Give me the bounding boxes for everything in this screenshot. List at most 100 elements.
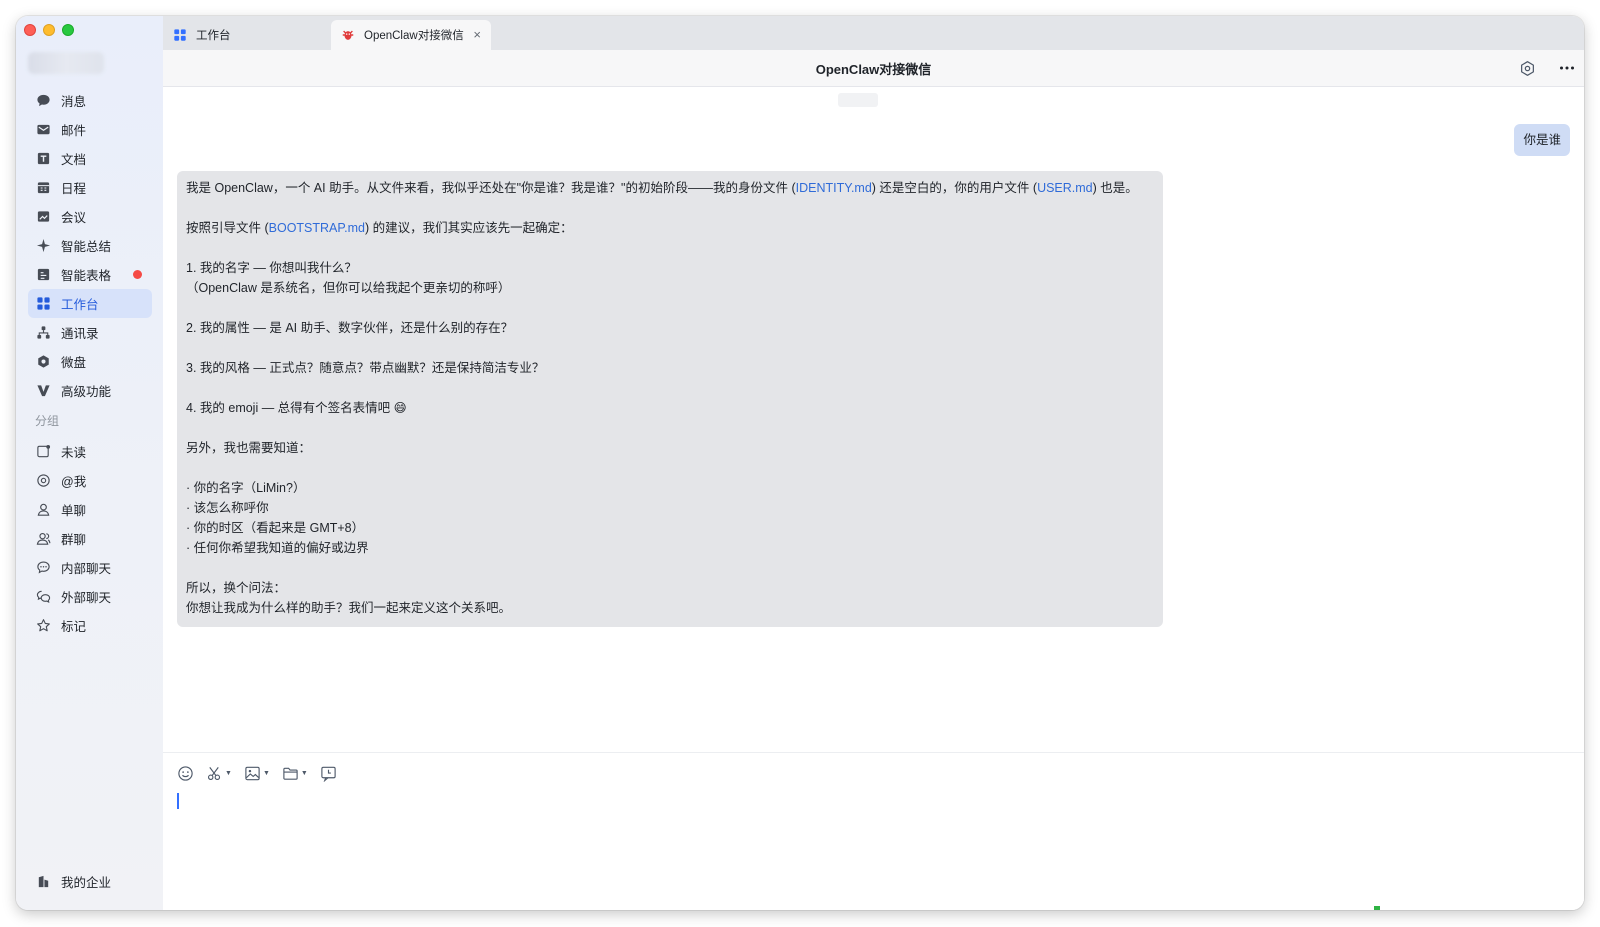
sidebar-item-label: 消息 [61, 95, 87, 109]
file-link[interactable]: IDENTITY.md [796, 181, 872, 195]
zoom-window-button[interactable] [62, 24, 74, 36]
message-line: 2. 我的属性 — 是 AI 助手、数字伙伴，还是什么别的存在？ [186, 318, 1154, 338]
file-link[interactable]: BOOTSTRAP.md [269, 221, 365, 235]
sidebar-item-workbench[interactable]: 工作台 [28, 289, 152, 318]
tab-openclaw[interactable]: OpenClaw对接微信 × [331, 20, 491, 50]
folder-icon [283, 767, 298, 780]
message-line [186, 338, 1154, 358]
unread-badge [133, 270, 142, 279]
minimize-window-button[interactable] [43, 24, 55, 36]
message-text: · 任何你希望我知道的偏好或边界 [186, 541, 369, 555]
message-line: 4. 我的 emoji — 总得有个签名表情吧 😄 [186, 398, 1154, 418]
meeting-icon [35, 209, 51, 225]
message-line: 我是 OpenClaw，一个 AI 助手。从文件来看，我似乎还处在"你是谁？我是… [186, 178, 1154, 198]
message-text: · 该怎么称呼你 [186, 501, 269, 515]
close-window-button[interactable] [24, 24, 36, 36]
sidebar-item-docs[interactable]: 文档 [28, 144, 152, 173]
message-line [186, 458, 1154, 478]
sidebar-item-label: 外部聊天 [61, 591, 112, 605]
sidebar-item-calendar[interactable]: 日程 [28, 173, 152, 202]
sidebar-item-label: 未读 [61, 446, 87, 460]
sidebar-item-unread[interactable]: 未读 [28, 437, 152, 466]
received-message-bubble[interactable]: 我是 OpenClaw，一个 AI 助手。从文件来看，我似乎还处在"你是谁？我是… [177, 171, 1163, 627]
status-indicator [1374, 906, 1380, 910]
sidebar-item-mentions[interactable]: @我 [28, 466, 152, 495]
sidebar-item-label: 高级功能 [61, 385, 112, 399]
chat-double-icon [35, 589, 51, 605]
message-line [186, 238, 1154, 258]
tab-workbench[interactable]: 工作台 [163, 20, 331, 50]
sidebar-item-mail[interactable]: 邮件 [28, 115, 152, 144]
at-icon [35, 473, 51, 489]
sidebar-item-weidisk[interactable]: 微盘 [28, 347, 152, 376]
image-button[interactable]: ▼ [244, 763, 270, 783]
people-icon [35, 531, 51, 547]
sidebar-item-advanced[interactable]: 高级功能 [28, 376, 152, 405]
sidebar-item-meeting[interactable]: 会议 [28, 202, 152, 231]
text-cursor[interactable] [177, 793, 179, 809]
message-text: 3. 我的风格 — 正式点？随意点？带点幽默？还是保持简洁专业？ [186, 361, 545, 375]
disk-icon [35, 354, 51, 370]
file-button[interactable]: ▼ [282, 763, 308, 783]
screenshot-button[interactable]: ▼ [206, 763, 232, 783]
sidebar-item-label: 智能总结 [61, 240, 112, 254]
close-tab-icon[interactable]: × [473, 27, 481, 42]
message-text: 我是 OpenClaw，一个 AI 助手。从文件来看，我似乎还处在"你是谁？我是… [186, 181, 796, 195]
sent-message-bubble[interactable]: 你是谁 [1514, 124, 1570, 156]
sidebar-item-label: @我 [61, 475, 87, 489]
sidebar-item-label: 微盘 [61, 356, 87, 370]
sidebar-item-label: 文档 [61, 153, 87, 167]
sidebar-bottom: 我的企业 [28, 867, 152, 896]
message-line: 所以，换个问法： [186, 578, 1154, 598]
message-line [186, 418, 1154, 438]
grid-icon [35, 296, 51, 312]
chat-history-button[interactable] [320, 763, 337, 783]
sidebar-item-internal-chat[interactable]: 内部聊天 [28, 553, 152, 582]
sidebar-item-single-chat[interactable]: 单聊 [28, 495, 152, 524]
sidebar-item-ai-summary[interactable]: 智能总结 [28, 231, 152, 260]
unread-icon [35, 444, 51, 460]
sidebar-item-label: 邮件 [61, 124, 87, 138]
sidebar-nav: 消息 邮件 文档 日程 会议 智能总结 智能表格 工作台 通讯录 微盘 高级功能… [28, 86, 152, 640]
message-list[interactable]: 你是谁 我是 OpenClaw，一个 AI 助手。从文件来看，我似乎还处在"你是… [163, 88, 1584, 752]
message-text: · 你的时区（看起来是 GMT+8） [186, 521, 365, 535]
sidebar-item-my-enterprise[interactable]: 我的企业 [28, 867, 152, 896]
message-text: 你想让我成为什么样的助手？我们一起来定义这个关系吧。 [186, 601, 512, 615]
emoji-button[interactable] [177, 763, 194, 783]
lobster-icon [341, 28, 355, 42]
chevron-down-icon[interactable]: ▼ [225, 770, 232, 777]
message-timestamp [838, 93, 878, 107]
sidebar-item-external-chat[interactable]: 外部聊天 [28, 582, 152, 611]
message-line: · 该怎么称呼你 [186, 498, 1154, 518]
message-text: ) 也是。 [1092, 181, 1138, 195]
sidebar-item-messages[interactable]: 消息 [28, 86, 152, 115]
chevron-down-icon[interactable]: ▼ [301, 770, 308, 777]
chat-header: OpenClaw对接微信 [163, 50, 1584, 87]
sidebar-item-starred[interactable]: 标记 [28, 611, 152, 640]
message-line [186, 298, 1154, 318]
sidebar-item-label: 单聊 [61, 504, 87, 518]
message-line: 3. 我的风格 — 正式点？随意点？带点幽默？还是保持简洁专业？ [186, 358, 1154, 378]
sidebar-item-label: 我的企业 [61, 876, 112, 890]
message-text: 所以，换个问法： [186, 581, 287, 595]
sidebar-item-smart-sheet[interactable]: 智能表格 [28, 260, 152, 289]
message-line: （OpenClaw 是系统名，但你可以给我起个更亲切的称呼） [186, 278, 1154, 298]
sidebar-item-contacts[interactable]: 通讯录 [28, 318, 152, 347]
tab-bar: 工作台 OpenClaw对接微信 × [163, 16, 1584, 50]
mail-icon [35, 122, 51, 138]
file-link[interactable]: USER.md [1037, 181, 1093, 195]
image-icon [245, 766, 260, 780]
chevron-down-icon[interactable]: ▼ [263, 770, 270, 777]
tab-label: OpenClaw对接微信 [364, 30, 464, 42]
message-text: （OpenClaw 是系统名，但你可以给我起个更亲切的称呼） [186, 281, 511, 295]
more-options-icon[interactable] [1558, 59, 1576, 77]
sidebar-item-label: 标记 [61, 620, 87, 634]
sidebar-item-label: 会议 [61, 211, 87, 225]
user-profile[interactable] [28, 52, 104, 74]
message-line: · 任何你希望我知道的偏好或边界 [186, 538, 1154, 558]
message-text: 2. 我的属性 — 是 AI 助手、数字伙伴，还是什么别的存在？ [186, 321, 514, 335]
sidebar-item-group-chat[interactable]: 群聊 [28, 524, 152, 553]
settings-icon[interactable] [1518, 59, 1536, 77]
v-logo-icon [35, 383, 51, 399]
document-icon [35, 151, 51, 167]
